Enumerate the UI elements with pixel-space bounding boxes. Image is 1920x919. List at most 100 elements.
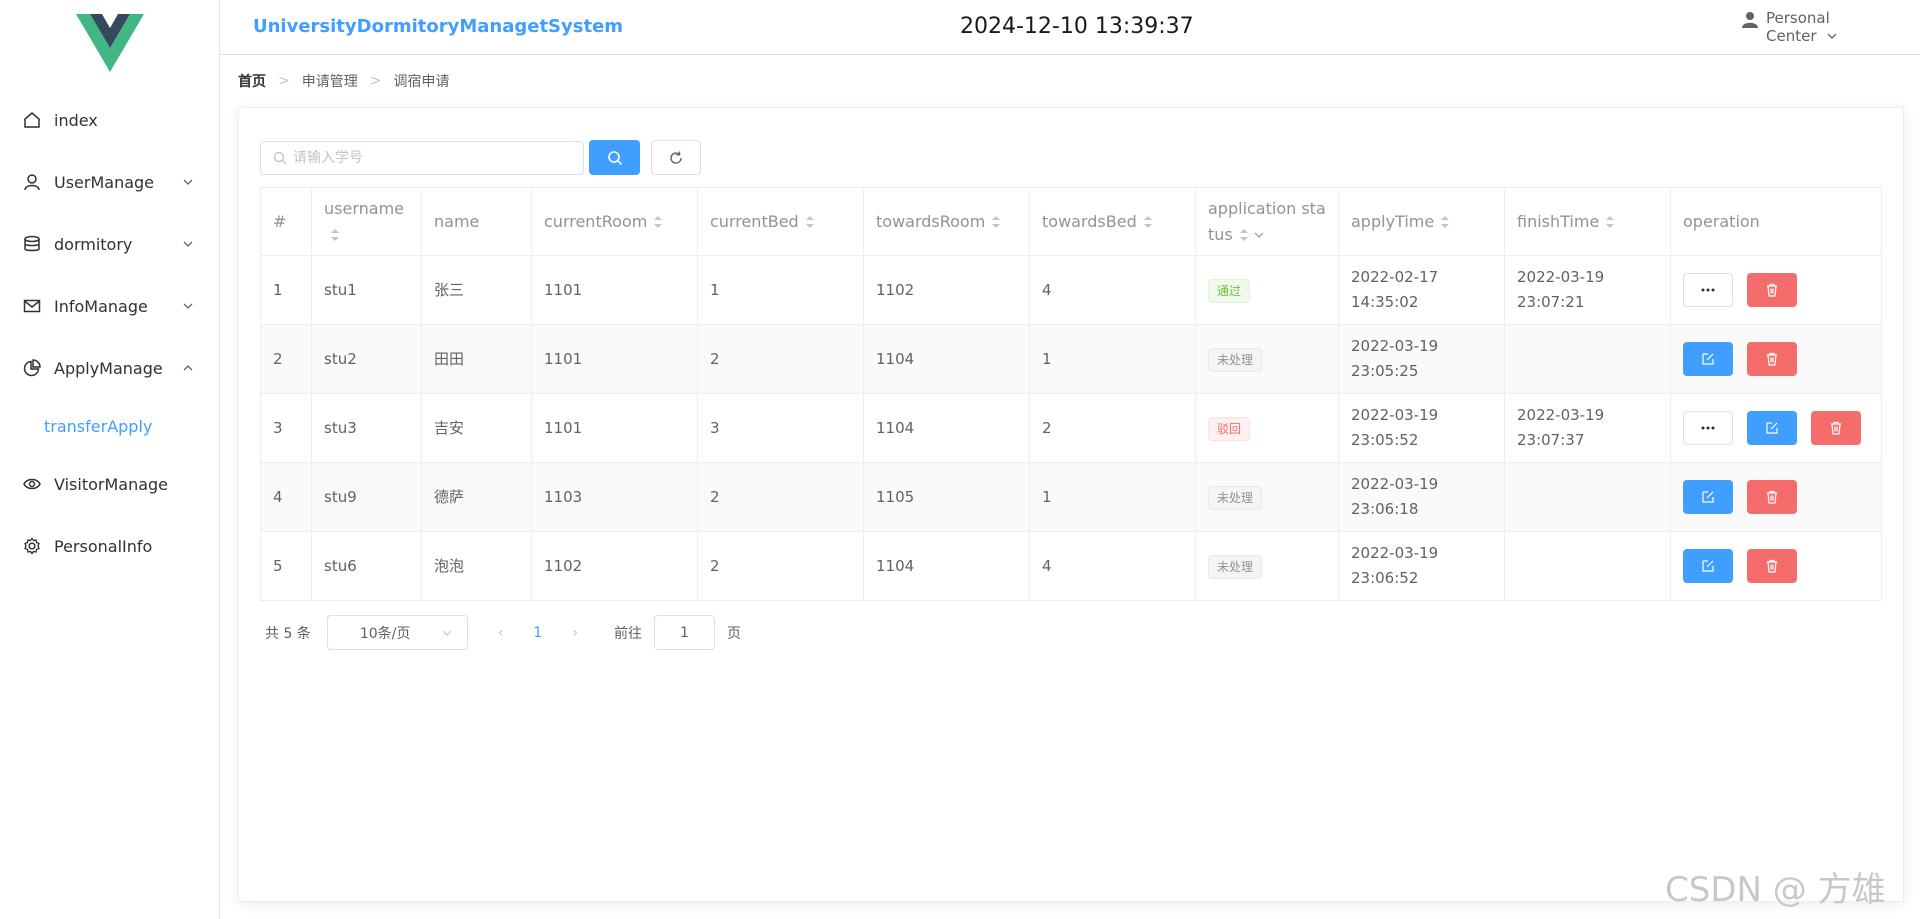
database-icon bbox=[22, 234, 42, 254]
cell-finishtime bbox=[1504, 462, 1671, 532]
edit-button[interactable] bbox=[1683, 342, 1733, 376]
column-header-index: # bbox=[260, 187, 312, 256]
column-header-currentroom[interactable]: currentRoom bbox=[531, 187, 698, 256]
cell-operation bbox=[1670, 324, 1882, 394]
cell-applytime: 2022-03-19 23:06:52 bbox=[1338, 531, 1505, 601]
cell-towardsroom: 1104 bbox=[863, 531, 1030, 601]
edit-icon bbox=[1702, 491, 1714, 503]
table-row: 5 stu6 泡泡 1102 2 1104 4 未处理 2022-03-19 2… bbox=[260, 531, 1882, 601]
chevron-up-icon bbox=[183, 365, 193, 371]
column-header-application-status[interactable]: application status bbox=[1195, 187, 1339, 256]
sort-icon[interactable] bbox=[1605, 215, 1615, 229]
cell-applytime: 2022-02-17 14:35:02 bbox=[1338, 255, 1505, 325]
search-input[interactable] bbox=[293, 150, 573, 166]
cell-towardsroom: 1104 bbox=[863, 324, 1030, 394]
vue-logo bbox=[76, 14, 144, 72]
sidebar-item-dormitory[interactable]: dormitory bbox=[0, 224, 219, 264]
more-button[interactable] bbox=[1683, 273, 1733, 307]
delete-button[interactable] bbox=[1811, 411, 1861, 445]
page-size-select[interactable]: 10条/页 bbox=[326, 615, 468, 650]
cell-operation bbox=[1670, 393, 1882, 463]
personal-center-label-line2: Center bbox=[1766, 27, 1817, 45]
datetime-display: 2024-12-10 13:39:37 bbox=[960, 14, 1194, 39]
sort-icon[interactable] bbox=[1143, 215, 1153, 229]
sidebar: index UserManage dormitory InfoManage Ap… bbox=[0, 0, 220, 919]
student-id-search[interactable] bbox=[260, 141, 584, 175]
delete-button[interactable] bbox=[1747, 273, 1797, 307]
sort-icon[interactable] bbox=[805, 215, 815, 229]
breadcrumb-home[interactable]: 首页 bbox=[238, 71, 266, 91]
delete-button[interactable] bbox=[1747, 342, 1797, 376]
sort-icon[interactable] bbox=[1239, 228, 1249, 242]
eye-icon bbox=[22, 474, 42, 494]
edit-icon bbox=[1702, 560, 1714, 572]
column-header-applytime[interactable]: applyTime bbox=[1338, 187, 1505, 256]
cell-finishtime bbox=[1504, 324, 1671, 394]
sort-icon[interactable] bbox=[991, 215, 1001, 229]
pagination: 共 5 条 10条/页 ‹ 1 › 前往 页 bbox=[265, 615, 741, 650]
sidebar-subitem-transferapply[interactable]: transferApply bbox=[0, 406, 219, 446]
status-badge: 未处理 bbox=[1208, 554, 1263, 579]
sidebar-item-index[interactable]: index bbox=[0, 100, 219, 140]
cell-finishtime: 2022-03-19 23:07:37 bbox=[1504, 393, 1671, 463]
personal-center-dropdown[interactable]: Personal Center bbox=[1742, 9, 1839, 45]
cell-currentroom: 1101 bbox=[531, 393, 698, 463]
column-header-towardsbed[interactable]: towardsBed bbox=[1029, 187, 1196, 256]
chevron-down-icon bbox=[183, 241, 193, 247]
sidebar-item-usermanage[interactable]: UserManage bbox=[0, 162, 219, 202]
cell-finishtime: 2022-03-19 23:07:21 bbox=[1504, 255, 1671, 325]
sort-icon[interactable] bbox=[330, 228, 340, 242]
status-badge: 通过 bbox=[1208, 278, 1251, 303]
delete-button[interactable] bbox=[1747, 549, 1797, 583]
cell-currentroom: 1101 bbox=[531, 255, 698, 325]
cell-currentbed: 2 bbox=[697, 531, 864, 601]
cell-towardsbed: 1 bbox=[1029, 324, 1196, 394]
cell-towardsbed: 4 bbox=[1029, 255, 1196, 325]
page-number[interactable]: 1 bbox=[533, 625, 542, 641]
cell-index: 1 bbox=[260, 255, 312, 325]
column-header-currentbed[interactable]: currentBed bbox=[697, 187, 864, 256]
trash-icon bbox=[1767, 352, 1777, 366]
column-header-username[interactable]: username bbox=[311, 187, 422, 256]
search-button[interactable] bbox=[589, 140, 640, 175]
more-button[interactable] bbox=[1683, 411, 1733, 445]
column-header-towardsroom[interactable]: towardsRoom bbox=[863, 187, 1030, 256]
cell-status: 未处理 bbox=[1195, 531, 1339, 601]
refresh-icon bbox=[670, 151, 682, 164]
app-title: UniversityDormitoryManagetSystem bbox=[253, 16, 624, 37]
sidebar-item-personalinfo[interactable]: PersonalInfo bbox=[0, 526, 219, 566]
cell-name: 吉安 bbox=[421, 393, 532, 463]
goto-label: 前往 bbox=[613, 625, 642, 642]
search-icon bbox=[273, 151, 287, 165]
edit-button[interactable] bbox=[1683, 480, 1733, 514]
sidebar-item-label: dormitory bbox=[54, 234, 133, 254]
column-header-finishtime[interactable]: finishTime bbox=[1504, 187, 1671, 256]
reset-button[interactable] bbox=[651, 140, 701, 175]
cell-index: 5 bbox=[260, 531, 312, 601]
cell-username: stu6 bbox=[311, 531, 422, 601]
cell-name: 张三 bbox=[421, 255, 532, 325]
cell-currentroom: 1103 bbox=[531, 462, 698, 532]
sidebar-item-label: InfoManage bbox=[54, 296, 148, 316]
sort-icon[interactable] bbox=[653, 215, 663, 229]
sidebar-item-visitormanage[interactable]: VisitorManage bbox=[0, 464, 219, 504]
edit-button[interactable] bbox=[1683, 549, 1733, 583]
cell-currentroom: 1102 bbox=[531, 531, 698, 601]
sidebar-item-label: PersonalInfo bbox=[54, 536, 153, 556]
filter-chevron-icon[interactable] bbox=[1253, 229, 1265, 241]
cell-applytime: 2022-03-19 23:06:18 bbox=[1338, 462, 1505, 532]
sidebar-item-applymanage[interactable]: ApplyManage bbox=[0, 348, 219, 388]
pie-chart-icon bbox=[22, 358, 42, 378]
sort-icon[interactable] bbox=[1440, 215, 1450, 229]
edit-button[interactable] bbox=[1747, 411, 1797, 445]
mail-icon bbox=[22, 296, 42, 316]
transfer-apply-table: # username name currentRoom currentBed t… bbox=[260, 187, 1882, 601]
goto-page-input[interactable] bbox=[653, 615, 715, 650]
prev-page-icon[interactable]: ‹ bbox=[498, 625, 504, 641]
cell-towardsbed: 2 bbox=[1029, 393, 1196, 463]
sidebar-item-infomanage[interactable]: InfoManage bbox=[0, 286, 219, 326]
delete-button[interactable] bbox=[1747, 480, 1797, 514]
sidebar-item-label: index bbox=[54, 110, 98, 130]
next-page-icon[interactable]: › bbox=[572, 625, 578, 641]
status-badge: 驳回 bbox=[1208, 416, 1251, 441]
